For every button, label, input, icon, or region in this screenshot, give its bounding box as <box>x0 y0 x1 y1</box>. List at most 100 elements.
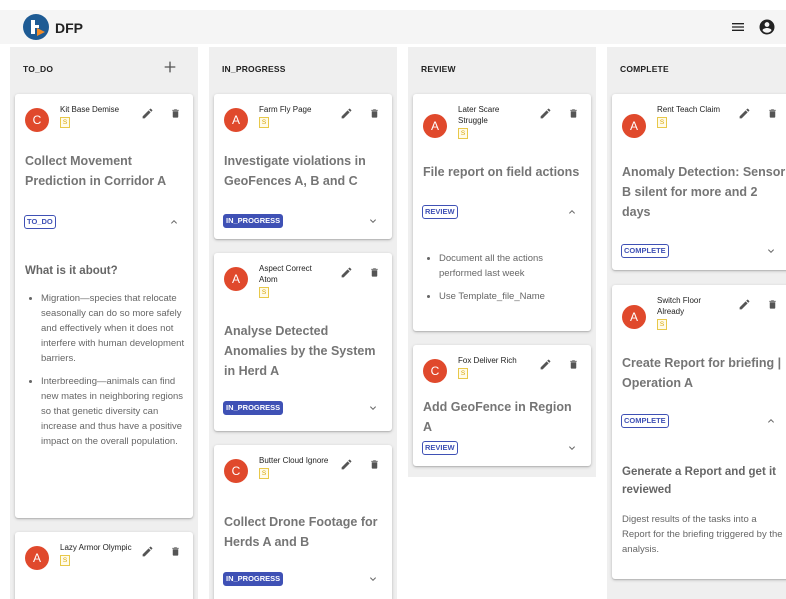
edit-icon[interactable] <box>141 107 154 120</box>
delete-icon[interactable] <box>767 107 778 120</box>
task-card[interactable]: A Rent Teach Claim S Anomaly Detection: … <box>612 94 786 270</box>
card-title: Collect Movement Prediction in Corridor … <box>25 154 167 188</box>
delete-icon[interactable] <box>369 458 380 471</box>
avatar: C <box>25 108 49 132</box>
column-title: TO_DO <box>23 64 54 74</box>
description-item: Migration—species that relocate seasonal… <box>41 291 187 366</box>
size-badge: S <box>259 287 269 298</box>
column-review: REVIEW A Later Scare Struggle S File rep… <box>408 47 596 477</box>
description-text: Digest results of the tasks into a Repor… <box>622 514 783 555</box>
description-heading: What is it about? <box>25 265 118 277</box>
card-user-name: Lazy Armor Olympic S <box>60 543 132 566</box>
card-title: Add GeoFence in Region A <box>423 400 572 434</box>
status-chip: REVIEW <box>422 205 458 219</box>
card-user-name: Butter Cloud Ignore S <box>259 456 329 479</box>
status-chip: IN_PROGRESS <box>223 572 284 586</box>
card-user-name: Farm Fly Page S <box>259 105 312 128</box>
card-user-name: Kit Base Demise S <box>60 105 120 128</box>
card-title: Create Report for briefing | Operation A <box>622 356 782 390</box>
edit-icon[interactable] <box>738 107 751 120</box>
edit-icon[interactable] <box>340 458 353 471</box>
add-icon[interactable] <box>162 59 178 75</box>
column-header: COMPLETE <box>607 47 786 91</box>
task-card[interactable]: A Lazy Armor Olympic S <box>15 532 193 599</box>
edit-icon[interactable] <box>340 107 353 120</box>
description-item: Use Template_file_Name <box>439 289 579 304</box>
edit-icon[interactable] <box>141 545 154 558</box>
card-title: Collect Drone Footage for Herds A and B <box>224 515 378 549</box>
column-title: COMPLETE <box>620 64 669 74</box>
avatar: A <box>622 305 646 329</box>
task-card[interactable]: A Later Scare Struggle S File report on … <box>413 94 591 331</box>
size-badge: S <box>259 468 269 479</box>
column-complete: COMPLETE A Rent Teach Claim S Anomaly De… <box>607 47 786 599</box>
edit-icon[interactable] <box>539 107 552 120</box>
edit-icon[interactable] <box>539 358 552 371</box>
delete-icon[interactable] <box>767 298 778 311</box>
size-badge: S <box>60 117 70 128</box>
column-title: IN_PROGRESS <box>222 64 286 74</box>
status-chip: IN_PROGRESS <box>223 214 284 228</box>
status-chip: IN_PROGRESS <box>223 401 284 415</box>
avatar: C <box>224 459 248 483</box>
size-badge: S <box>60 555 70 566</box>
card-title: Analyse Detected Anomalies by the System… <box>224 324 376 378</box>
column-header: IN_PROGRESS <box>209 47 397 91</box>
description-list: Migration—species that relocate seasonal… <box>41 291 187 457</box>
size-badge: S <box>458 128 468 139</box>
delete-icon[interactable] <box>170 107 181 120</box>
column-in-progress: IN_PROGRESS A Farm Fly Page S Investigat… <box>209 47 397 599</box>
description-item: Interbreeding—animals can find new mates… <box>41 374 187 449</box>
card-title: Anomaly Detection: Sensor B silent for m… <box>622 165 786 219</box>
card-user-name: Aspect Correct Atom S <box>259 264 312 298</box>
expand-icon[interactable] <box>566 442 578 454</box>
size-badge: S <box>259 117 269 128</box>
edit-icon[interactable] <box>738 298 751 311</box>
size-badge: S <box>458 368 468 379</box>
task-card[interactable]: A Switch Floor Already S Create Report f… <box>612 285 786 579</box>
expand-icon[interactable] <box>765 245 777 257</box>
collapse-icon[interactable] <box>566 206 578 218</box>
description-item: Document all the actions performed last … <box>439 251 579 281</box>
delete-icon[interactable] <box>568 358 579 371</box>
app-bar: DFP <box>0 10 786 44</box>
size-badge: S <box>657 319 667 330</box>
column-title: REVIEW <box>421 64 456 74</box>
card-user-name: Fox Deliver Rich S <box>458 356 517 379</box>
task-card[interactable]: C Butter Cloud Ignore S Collect Drone Fo… <box>214 445 392 599</box>
delete-icon[interactable] <box>568 107 579 120</box>
expand-icon[interactable] <box>367 573 379 585</box>
column-header: REVIEW <box>408 47 596 91</box>
delete-icon[interactable] <box>170 545 181 558</box>
column-to-do: TO_DO C Kit Base Demise S Collect Moveme… <box>10 47 198 599</box>
task-card[interactable]: C Kit Base Demise S Collect Movement Pre… <box>15 94 193 518</box>
size-badge: S <box>657 117 667 128</box>
status-chip: TO_DO <box>24 215 56 229</box>
expand-icon[interactable] <box>367 215 379 227</box>
task-card[interactable]: A Aspect Correct Atom S Analyse Detected… <box>214 253 392 431</box>
card-user-name: Switch Floor Already S <box>657 296 702 330</box>
card-title: File report on field actions <box>423 165 580 179</box>
logo-icon <box>23 14 49 40</box>
description-list: Document all the actions performed last … <box>439 251 579 312</box>
task-card[interactable]: C Fox Deliver Rich S Add GeoFence in Reg… <box>413 345 591 466</box>
card-title: Investigate violations in GeoFences A, B… <box>224 154 366 188</box>
task-card[interactable]: A Farm Fly Page S Investigate violations… <box>214 94 392 239</box>
collapse-icon[interactable] <box>168 216 180 228</box>
delete-icon[interactable] <box>369 107 380 120</box>
edit-icon[interactable] <box>340 266 353 279</box>
avatar: A <box>423 114 447 138</box>
delete-icon[interactable] <box>369 266 380 279</box>
avatar: A <box>25 546 49 570</box>
avatar: A <box>224 267 248 291</box>
account-icon[interactable] <box>758 18 776 36</box>
card-user-name: Rent Teach Claim S <box>657 105 720 128</box>
menu-icon[interactable] <box>730 19 746 35</box>
app-title: DFP <box>55 20 83 36</box>
status-chip: COMPLETE <box>621 414 669 428</box>
collapse-icon[interactable] <box>765 415 777 427</box>
avatar: C <box>423 359 447 383</box>
expand-icon[interactable] <box>367 402 379 414</box>
avatar: A <box>622 114 646 138</box>
status-chip: REVIEW <box>422 441 458 455</box>
